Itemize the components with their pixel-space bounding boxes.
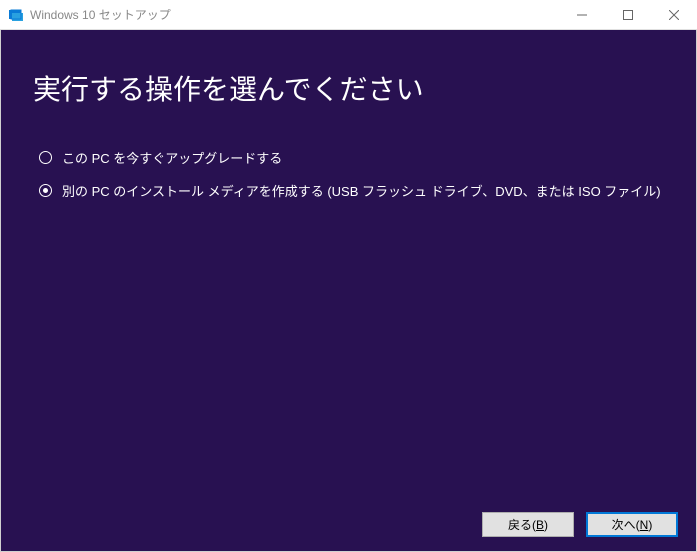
minimize-button[interactable] [559, 0, 605, 30]
option-label: この PC を今すぐアップグレードする [62, 148, 282, 167]
back-button-suffix: ) [544, 518, 548, 532]
maximize-button[interactable] [605, 0, 651, 30]
window-title: Windows 10 セットアップ [30, 6, 171, 23]
client-area: 実行する操作を選んでください この PC を今すぐアップグレードする 別の PC… [0, 30, 697, 552]
back-button-accel: B [536, 518, 544, 532]
option-upgrade-this-pc[interactable]: この PC を今すぐアップグレードする [39, 148, 661, 167]
back-button-prefix: 戻る( [508, 518, 536, 532]
back-button[interactable]: 戻る(B) [482, 512, 574, 537]
radio-icon [39, 184, 52, 197]
page-heading: 実行する操作を選んでください [33, 68, 424, 108]
next-button[interactable]: 次へ(N) [586, 512, 678, 537]
option-label: 別の PC のインストール メディアを作成する (USB フラッシュ ドライブ、… [62, 181, 661, 200]
radio-icon [39, 151, 52, 164]
footer-buttons: 戻る(B) 次へ(N) [482, 512, 678, 537]
options-group: この PC を今すぐアップグレードする 別の PC のインストール メディアを作… [39, 148, 661, 214]
option-create-install-media[interactable]: 別の PC のインストール メディアを作成する (USB フラッシュ ドライブ、… [39, 181, 661, 200]
titlebar: Windows 10 セットアップ [0, 0, 697, 30]
app-icon [8, 7, 24, 23]
next-button-prefix: 次へ( [612, 518, 640, 532]
next-button-suffix: ) [648, 518, 652, 532]
close-button[interactable] [651, 0, 697, 30]
